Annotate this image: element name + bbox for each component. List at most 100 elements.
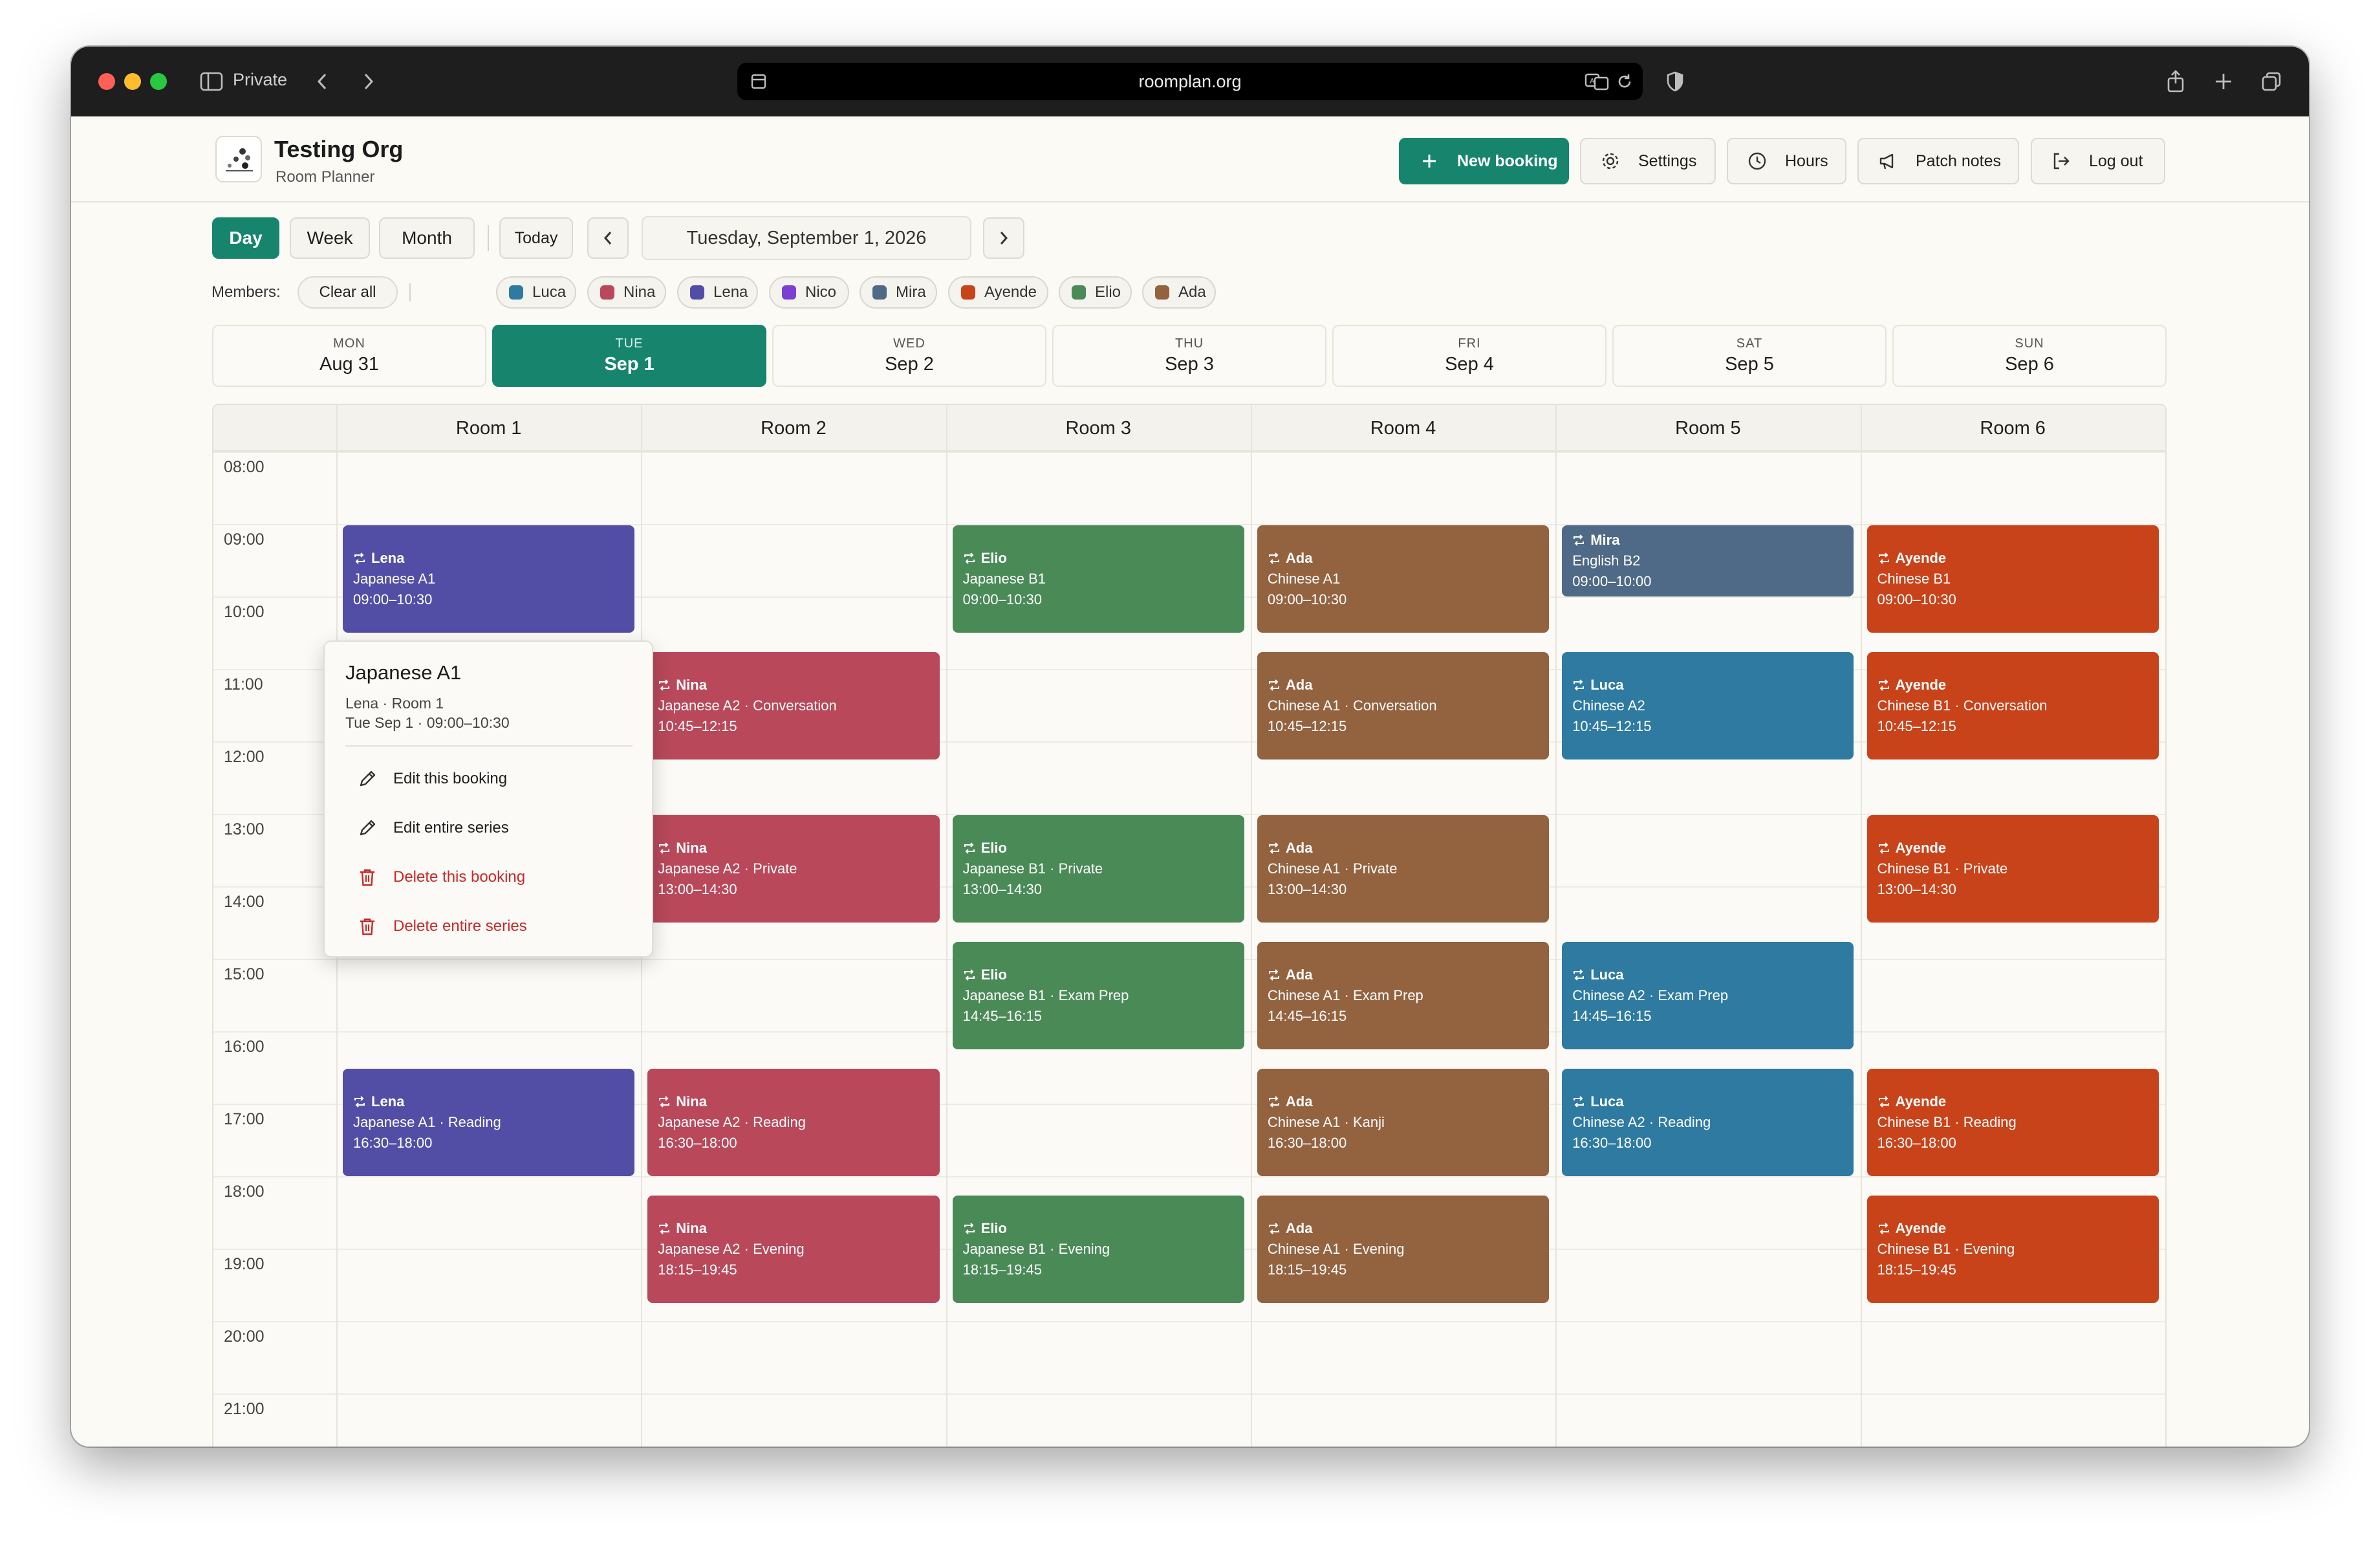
booking-member-name: Ada — [1285, 1093, 1313, 1109]
booking-title: Chinese B1 · Evening — [1877, 1241, 2015, 1257]
repeat-icon — [1268, 1096, 1279, 1108]
booking-block[interactable]: Ayende Chinese B1 · Reading 16:30–18:00 — [1866, 1069, 2159, 1176]
day-card-sat[interactable]: SAT Sep 5 — [1612, 325, 1887, 387]
booking-block[interactable]: Ada Chinese A1 · Conversation 10:45–12:15 — [1257, 652, 1550, 760]
member-chip-lena[interactable]: Lena — [677, 276, 758, 309]
clock-icon — [1746, 150, 1768, 172]
delete-series-button[interactable]: Delete entire series — [357, 916, 527, 937]
booking-time: 16:30–18:00 — [658, 1135, 737, 1151]
booking-block[interactable]: Ada Chinese A1 09:00–10:30 — [1257, 525, 1550, 633]
next-date-button[interactable] — [983, 217, 1024, 259]
previous-date-button[interactable] — [587, 217, 629, 259]
month-view-button[interactable]: Month — [379, 217, 475, 259]
booking-block[interactable]: Nina Japanese A2 · Reading 16:30–18:00 — [647, 1069, 940, 1176]
booking-member-name: Lena — [371, 1093, 405, 1109]
booking-member: Ayende — [1877, 840, 2148, 857]
minimize-window-button[interactable] — [124, 73, 141, 90]
column-divider — [2165, 405, 2167, 1447]
repeat-icon — [1574, 969, 1585, 981]
booking-time: 09:00–10:30 — [962, 591, 1042, 607]
booking-title: English B2 — [1572, 552, 1641, 569]
booking-block[interactable]: Elio Japanese B1 · Private 13:00–14:30 — [952, 815, 1244, 923]
forward-icon[interactable] — [356, 66, 382, 97]
shield-icon[interactable] — [1661, 66, 1689, 97]
hour-label: 20:00 — [224, 1328, 265, 1346]
day-view-button[interactable]: Day — [212, 217, 279, 259]
new-booking-button[interactable]: New booking — [1399, 138, 1569, 184]
day-of-week-label: SAT — [1736, 336, 1763, 351]
booking-block[interactable]: Mira English B2 09:00–10:00 — [1562, 525, 1854, 596]
log-out-button[interactable]: Log out — [2031, 138, 2165, 184]
booking-block[interactable]: Luca Chinese A2 · Exam Prep 14:45–16:15 — [1562, 942, 1854, 1049]
trash-icon — [360, 918, 374, 935]
booking-block[interactable]: Lena Japanese A1 · Reading 16:30–18:00 — [343, 1069, 635, 1176]
booking-block[interactable]: Nina Japanese A2 · Conversation 10:45–12:1… — [647, 652, 940, 760]
booking-block[interactable]: Luca Chinese A2 10:45–12:15 — [1562, 652, 1854, 760]
close-window-button[interactable] — [98, 73, 115, 90]
booking-block[interactable]: Luca Chinese A2 · Reading 16:30–18:00 — [1562, 1069, 1854, 1176]
delete-booking-button[interactable]: Delete this booking — [357, 867, 525, 888]
settings-button[interactable]: Settings — [1580, 138, 1716, 184]
member-chip-elio[interactable]: Elio — [1059, 276, 1132, 309]
booking-block[interactable]: Elio Japanese B1 09:00–10:30 — [952, 525, 1244, 633]
member-chip-nina[interactable]: Nina — [587, 276, 666, 309]
column-divider — [946, 405, 947, 1447]
booking-member: Luca — [1572, 677, 1843, 694]
member-chip-luca[interactable]: Luca — [496, 276, 576, 309]
booking-block[interactable]: Ayende Chinese B1 · Evening 18:15–19:45 — [1866, 1196, 2159, 1303]
hours-button[interactable]: Hours — [1727, 138, 1846, 184]
day-card-fri[interactable]: FRI Sep 4 — [1332, 325, 1606, 387]
booking-block[interactable]: Ayende Chinese B1 · Conversation 10:45–12:… — [1866, 652, 2159, 760]
patch-notes-button[interactable]: Patch notes — [1857, 138, 2019, 184]
repeat-icon — [964, 842, 975, 854]
booking-time: 09:00–10:30 — [1267, 591, 1347, 607]
booking-block[interactable]: Ada Chinese A1 · Exam Prep 14:45–16:15 — [1257, 942, 1550, 1049]
day-card-wed[interactable]: WED Sep 2 — [772, 325, 1046, 387]
member-chip-ada[interactable]: Ada — [1142, 276, 1216, 309]
address-bar[interactable]: roomplan.org A — [737, 63, 1643, 100]
booking-block[interactable]: Ada Chinese A1 · Kanji 16:30–18:00 — [1257, 1069, 1550, 1176]
today-button[interactable]: Today — [499, 217, 573, 259]
booking-member: Mira — [1572, 532, 1843, 549]
tab-overview-icon[interactable] — [2257, 66, 2286, 97]
booking-title: Japanese B1 · Exam Prep — [962, 987, 1129, 1003]
booking-member-name: Ayende — [1895, 1220, 1947, 1236]
edit-booking-button[interactable]: Edit this booking — [357, 769, 507, 789]
clear-all-button[interactable]: Clear all — [298, 276, 398, 309]
day-card-sun[interactable]: SUN Sep 6 — [1892, 325, 2167, 387]
booking-block[interactable]: Ada Chinese A1 · Evening 18:15–19:45 — [1257, 1196, 1550, 1303]
day-card-mon[interactable]: MON Aug 31 — [212, 325, 486, 387]
booking-block[interactable]: Nina Japanese A2 · Private 13:00–14:30 — [647, 815, 940, 923]
booking-block[interactable]: Nina Japanese A2 · Evening 18:15–19:45 — [647, 1196, 940, 1303]
share-icon[interactable] — [2161, 66, 2190, 97]
day-card-tue[interactable]: TUE Sep 1 — [492, 325, 766, 387]
member-chip-nico[interactable]: Nico — [769, 276, 849, 309]
sidebar-toggle-icon[interactable] — [197, 66, 226, 97]
booking-member-name: Ada — [1285, 677, 1313, 693]
booking-member: Ayende — [1877, 1093, 2148, 1110]
reload-icon[interactable] — [1616, 72, 1634, 91]
app-name: Room Planner — [276, 168, 375, 186]
current-date-display[interactable]: Tuesday, September 1, 2026 — [642, 216, 971, 260]
booking-block[interactable]: Lena Japanese A1 09:00–10:30 — [343, 525, 635, 633]
member-chip-mira[interactable]: Mira — [860, 276, 937, 309]
member-color-swatch — [1155, 285, 1169, 300]
day-card-thu[interactable]: THU Sep 3 — [1052, 325, 1326, 387]
booking-time: 18:15–19:45 — [1877, 1262, 1956, 1278]
back-icon[interactable] — [309, 66, 335, 97]
booking-member: Ada — [1268, 840, 1539, 857]
booking-block[interactable]: Elio Japanese B1 · Exam Prep 14:45–16:15 — [952, 942, 1244, 1049]
translate-icon[interactable]: A — [1585, 72, 1610, 91]
member-chip-ayende[interactable]: Ayende — [948, 276, 1048, 309]
maximize-window-button[interactable] — [150, 73, 167, 90]
booking-block[interactable]: Elio Japanese B1 · Evening 18:15–19:45 — [952, 1196, 1244, 1303]
day-of-week-label: THU — [1174, 336, 1204, 351]
booking-block[interactable]: Ayende Chinese B1 · Private 13:00–14:30 — [1866, 815, 2159, 923]
booking-block[interactable]: Ayende Chinese B1 09:00–10:30 — [1866, 525, 2159, 633]
week-view-button[interactable]: Week — [290, 217, 370, 259]
member-color-swatch — [600, 285, 614, 300]
booking-member-name: Lena — [371, 550, 405, 566]
edit-series-button[interactable]: Edit entire series — [357, 818, 509, 838]
booking-block[interactable]: Ada Chinese A1 · Private 13:00–14:30 — [1257, 815, 1550, 923]
new-tab-icon[interactable] — [2209, 66, 2238, 97]
